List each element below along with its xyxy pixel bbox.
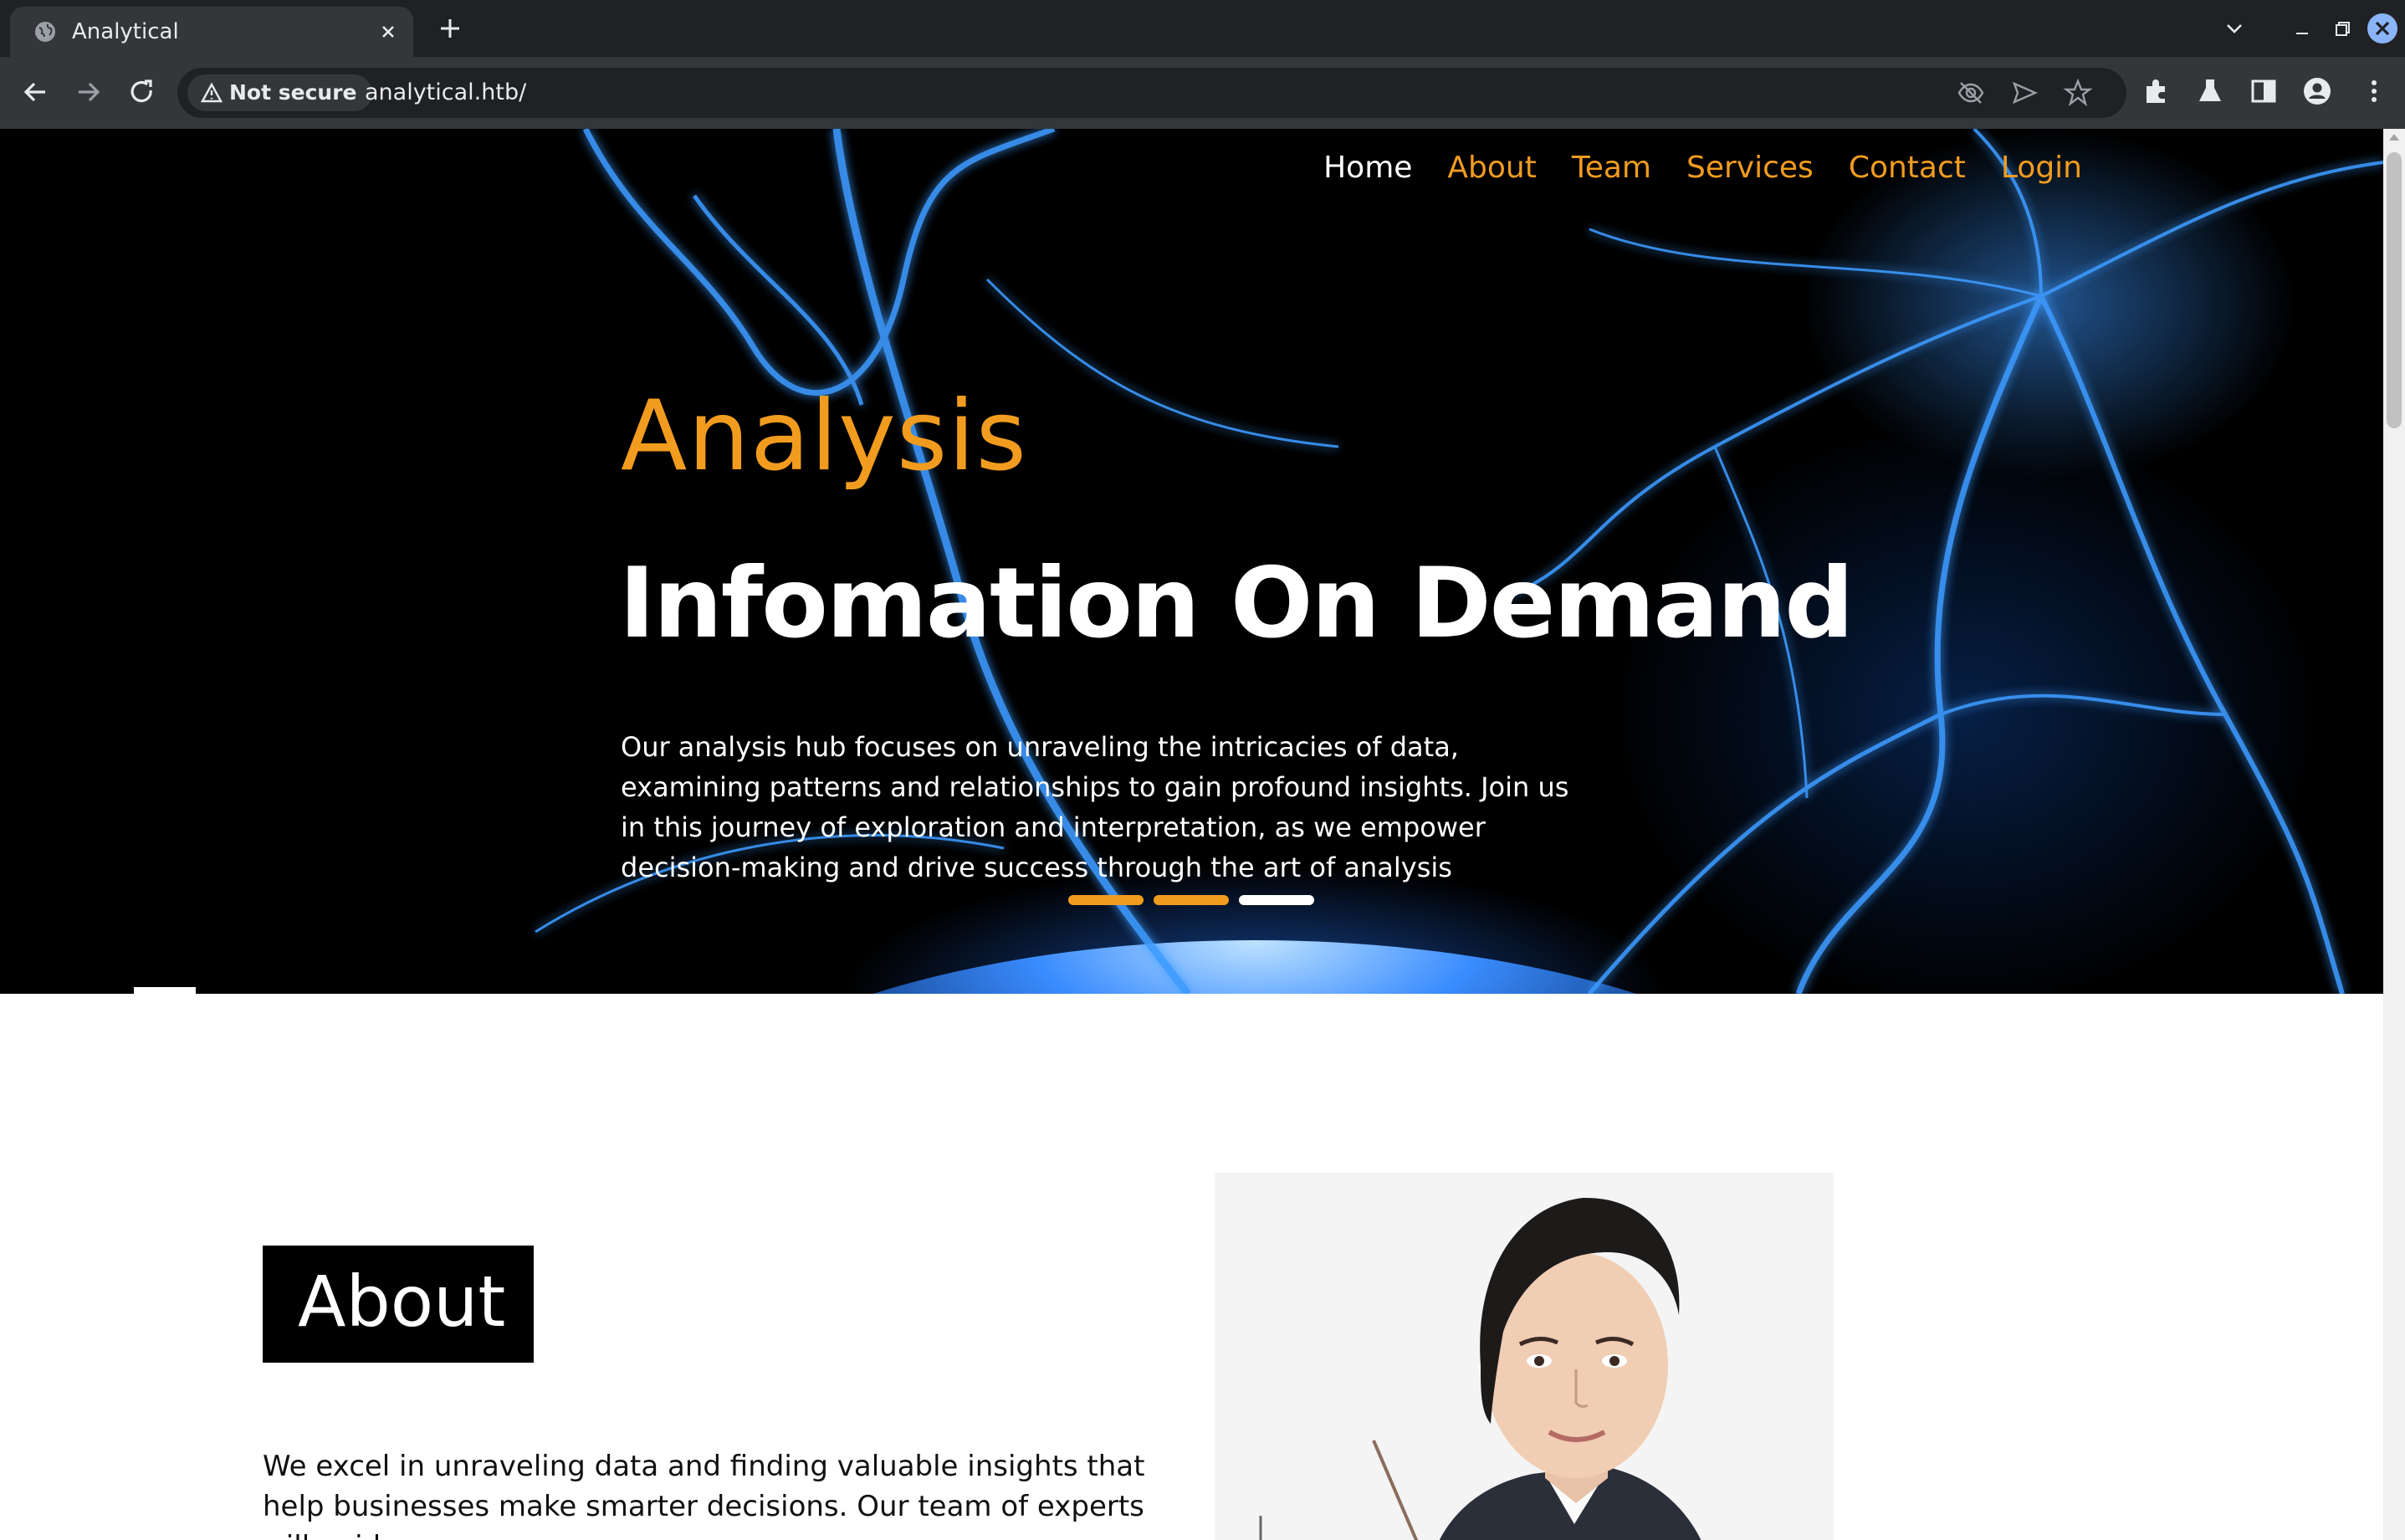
chevron-down-icon[interactable] — [2221, 15, 2248, 42]
new-tab-icon[interactable] — [435, 13, 465, 43]
side-panel-icon[interactable] — [2247, 74, 2280, 108]
scroll-up-arrow-icon[interactable] — [2389, 134, 2399, 141]
reload-icon[interactable] — [124, 74, 161, 110]
restore-icon[interactable] — [2329, 15, 2356, 42]
security-label: Not secure — [229, 80, 357, 105]
send-icon[interactable] — [2009, 78, 2039, 108]
nav-link-login[interactable]: Login — [2001, 151, 2082, 185]
browser-tab[interactable]: Analytical — [10, 7, 413, 57]
labs-flask-icon[interactable] — [2193, 74, 2227, 108]
browser-toolbar: Not secure analytical.htb/ — [0, 57, 2405, 129]
hero-description: Our analysis hub focuses on unraveling t… — [621, 731, 1569, 883]
browser-tab-strip: Analytical — [0, 0, 2405, 57]
nav-link-about[interactable]: About — [1447, 151, 1536, 185]
carousel-indicator-3[interactable] — [1239, 895, 1314, 905]
about-section: About We excel in unraveling data and fi… — [0, 994, 2383, 1540]
carousel-indicators — [1068, 895, 1314, 905]
team-member-photo — [1215, 1173, 1834, 1540]
star-icon[interactable] — [2063, 78, 2093, 108]
address-bar[interactable]: Not secure analytical.htb/ — [177, 68, 2126, 118]
close-icon[interactable] — [375, 18, 402, 45]
minimize-icon[interactable] — [2289, 15, 2315, 42]
scroll-thumb[interactable] — [2387, 152, 2402, 428]
globe-icon — [35, 22, 55, 42]
nav-link-contact[interactable]: Contact — [1849, 151, 1966, 185]
window-close-icon[interactable] — [2366, 12, 2399, 45]
hero-title: Infomation On Demand — [619, 547, 1854, 660]
eye-slash-icon[interactable] — [1956, 78, 1986, 108]
security-chip[interactable]: Not secure — [187, 74, 372, 111]
tab-title: Analytical — [72, 19, 179, 44]
about-heading-box: About — [263, 1246, 534, 1363]
extensions-icon[interactable] — [2140, 74, 2173, 108]
nav-link-home[interactable]: Home — [1323, 151, 1412, 185]
hero-subtitle: Analysis — [621, 380, 1027, 493]
nav-link-team[interactable]: Team — [1572, 151, 1651, 185]
carousel-indicator-2[interactable] — [1154, 895, 1229, 905]
page-scrollbar[interactable] — [2383, 129, 2405, 1540]
warning-triangle-icon — [201, 82, 223, 103]
hero-banner: Home About Team Services Contact Login A… — [0, 129, 2383, 994]
page-viewport: Home About Team Services Contact Login A… — [0, 129, 2405, 1540]
arrow-left-icon[interactable] — [17, 74, 54, 110]
about-text: We excel in unraveling data and finding … — [263, 1450, 1145, 1540]
arrow-right-icon[interactable] — [70, 74, 107, 110]
kebab-menu-icon[interactable] — [2357, 74, 2391, 108]
main-nav: Home About Team Services Contact Login — [1323, 151, 2082, 185]
about-heading: About — [298, 1261, 506, 1343]
url-text[interactable]: analytical.htb/ — [365, 79, 526, 105]
carousel-indicator-1[interactable] — [1068, 895, 1144, 905]
nav-link-services[interactable]: Services — [1686, 151, 1814, 185]
profile-icon[interactable] — [2300, 74, 2334, 108]
